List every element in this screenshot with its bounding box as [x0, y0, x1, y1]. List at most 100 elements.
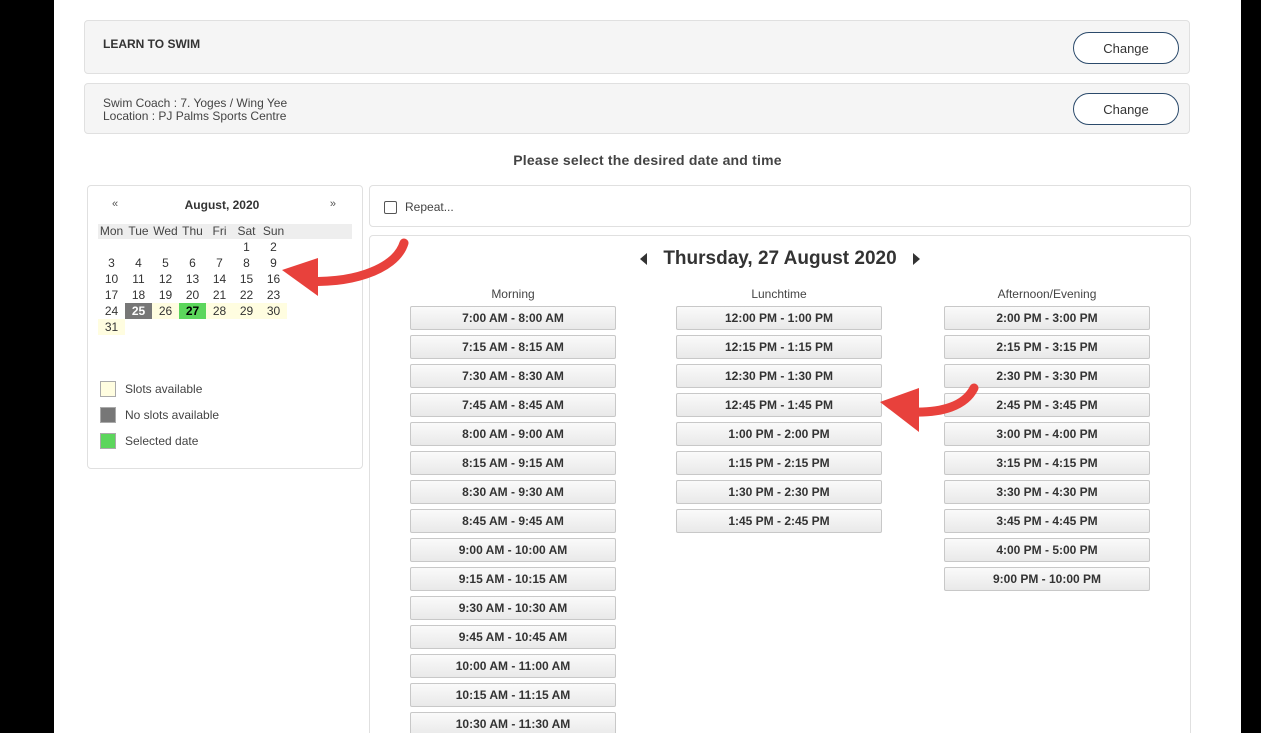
time-slot-button[interactable]: 12:15 PM - 1:15 PM	[676, 335, 882, 359]
time-slot-button[interactable]: 1:15 PM - 2:15 PM	[676, 451, 882, 475]
calendar-day[interactable]: 8	[233, 255, 260, 271]
time-slot-button[interactable]: 9:00 PM - 10:00 PM	[944, 567, 1150, 591]
calendar-day[interactable]: 26	[152, 303, 179, 319]
calendar-day[interactable]: 25	[125, 303, 152, 319]
legend-item: No slots available	[100, 402, 219, 428]
calendar-day[interactable]: 16	[260, 271, 287, 287]
legend-item: Slots available	[100, 376, 219, 402]
calendar: August, 2020 « » Mon Tue Wed Thu Fri Sat Sun 1 2…	[87, 185, 363, 469]
time-slot-button[interactable]: 7:15 AM - 8:15 AM	[410, 335, 616, 359]
prev-day-icon[interactable]	[639, 253, 647, 265]
weekday-label: Fri	[212, 224, 227, 238]
calendar-day[interactable]: 15	[233, 271, 260, 287]
time-slot-button[interactable]: 9:15 AM - 10:15 AM	[410, 567, 616, 591]
time-slot-button[interactable]: 2:45 PM - 3:45 PM	[944, 393, 1150, 417]
weekday-header: Mon Tue Wed Thu Fri Sat Sun	[98, 224, 352, 239]
calendar-day[interactable]: 14	[206, 271, 233, 287]
time-slot-button[interactable]: 10:15 AM - 11:15 AM	[410, 683, 616, 707]
weekday-label: Sun	[262, 224, 285, 238]
calendar-day[interactable]: 5	[152, 255, 179, 271]
time-slot-button[interactable]: 7:30 AM - 8:30 AM	[410, 364, 616, 388]
day-navigation: Thursday, 27 August 2020	[370, 248, 1190, 272]
calendar-day[interactable]: 21	[206, 287, 233, 303]
time-slot-button[interactable]: 7:45 AM - 8:45 AM	[410, 393, 616, 417]
calendar-day[interactable]: 3	[98, 255, 125, 271]
time-slot-button[interactable]: 1:30 PM - 2:30 PM	[676, 480, 882, 504]
time-slot-button[interactable]: 8:30 AM - 9:30 AM	[410, 480, 616, 504]
calendar-day[interactable]: 20	[179, 287, 206, 303]
calendar-day[interactable]: 13	[179, 271, 206, 287]
calendar-legend: Slots available No slots available Selecte…	[100, 376, 219, 454]
weekday-label: Mon	[99, 224, 124, 238]
column-heading: Afternoon/Evening	[997, 287, 1097, 301]
time-slot-button[interactable]: 12:00 PM - 1:00 PM	[676, 306, 882, 330]
time-slot-button[interactable]: 7:00 AM - 8:00 AM	[410, 306, 616, 330]
calendar-day[interactable]: 17	[98, 287, 125, 303]
calendar-day[interactable]: 4	[125, 255, 152, 271]
calendar-empty-cell	[152, 319, 179, 335]
time-slot-button[interactable]: 4:00 PM - 5:00 PM	[944, 538, 1150, 562]
legend-swatch	[100, 433, 116, 449]
time-slot-button[interactable]: 10:00 AM - 11:00 AM	[410, 654, 616, 678]
calendar-week: 10 11 12 13 14 15 16	[98, 271, 352, 287]
time-slot-button[interactable]: 8:00 AM - 9:00 AM	[410, 422, 616, 446]
calendar-day[interactable]: 7	[206, 255, 233, 271]
change-coach-button[interactable]: Change	[1073, 93, 1179, 125]
column-heading: Morning	[491, 287, 535, 301]
column-heading: Lunchtime	[751, 287, 807, 301]
calendar-day[interactable]: 18	[125, 287, 152, 303]
calendar-empty-cell	[206, 239, 233, 255]
calendar-day[interactable]: 29	[233, 303, 260, 319]
booking-page: LEARN TO SWIM Change Swim Coach : 7. Yog…	[54, 0, 1241, 733]
afternoon-evening-column: Afternoon/Evening 2:00 PM - 3:00 PM 2:15 P…	[944, 286, 1150, 596]
time-slot-button[interactable]: 8:45 AM - 9:45 AM	[410, 509, 616, 533]
time-slot-button[interactable]: 2:30 PM - 3:30 PM	[944, 364, 1150, 388]
time-slot-button[interactable]: 12:45 PM - 1:45 PM	[676, 393, 882, 417]
time-slots-panel: Thursday, 27 August 2020 Morning 7:00 AM …	[369, 235, 1191, 733]
next-day-icon[interactable]	[913, 253, 921, 265]
time-slot-button[interactable]: 3:15 PM - 4:15 PM	[944, 451, 1150, 475]
calendar-day[interactable]: 24	[98, 303, 125, 319]
time-slot-button[interactable]: 3:45 PM - 4:45 PM	[944, 509, 1150, 533]
time-slot-button[interactable]: 1:00 PM - 2:00 PM	[676, 422, 882, 446]
calendar-day[interactable]: 11	[125, 271, 152, 287]
time-slot-button[interactable]: 12:30 PM - 1:30 PM	[676, 364, 882, 388]
calendar-day[interactable]: 27	[179, 303, 206, 319]
next-month-button[interactable]: »	[330, 198, 336, 210]
time-slot-button[interactable]: 10:30 AM - 11:30 AM	[410, 712, 616, 733]
repeat-label: Repeat...	[405, 200, 454, 214]
change-service-button[interactable]: Change	[1073, 32, 1179, 64]
calendar-header: August, 2020 « »	[98, 198, 346, 214]
calendar-day[interactable]: 23	[260, 287, 287, 303]
calendar-day[interactable]: 1	[233, 239, 260, 255]
calendar-empty-cell	[233, 319, 260, 335]
time-slot-button[interactable]: 3:00 PM - 4:00 PM	[944, 422, 1150, 446]
calendar-day[interactable]: 12	[152, 271, 179, 287]
calendar-day[interactable]: 19	[152, 287, 179, 303]
repeat-checkbox[interactable]	[384, 201, 397, 214]
time-slot-button[interactable]: 2:15 PM - 3:15 PM	[944, 335, 1150, 359]
calendar-day[interactable]: 2	[260, 239, 287, 255]
calendar-day[interactable]: 30	[260, 303, 287, 319]
time-slot-button[interactable]: 9:30 AM - 10:30 AM	[410, 596, 616, 620]
calendar-day[interactable]: 9	[260, 255, 287, 271]
calendar-week: 12	[98, 239, 352, 255]
lunchtime-column: Lunchtime 12:00 PM - 1:00 PM 12:15 PM - 1:…	[676, 286, 882, 538]
calendar-day[interactable]: 6	[179, 255, 206, 271]
time-slot-button[interactable]: 2:00 PM - 3:00 PM	[944, 306, 1150, 330]
legend-swatch	[100, 381, 116, 397]
prev-month-button[interactable]: «	[112, 198, 118, 210]
time-slot-button[interactable]: 3:30 PM - 4:30 PM	[944, 480, 1150, 504]
calendar-empty-cell	[125, 319, 152, 335]
calendar-day[interactable]: 22	[233, 287, 260, 303]
time-slot-button[interactable]: 9:45 AM - 10:45 AM	[410, 625, 616, 649]
service-panel: LEARN TO SWIM Change	[84, 20, 1190, 74]
time-slot-button[interactable]: 8:15 AM - 9:15 AM	[410, 451, 616, 475]
time-slot-button[interactable]: 1:45 PM - 2:45 PM	[676, 509, 882, 533]
calendar-day[interactable]: 31	[98, 319, 125, 335]
calendar-day[interactable]: 28	[206, 303, 233, 319]
time-slot-button[interactable]: 9:00 AM - 10:00 AM	[410, 538, 616, 562]
legend-label: Slots available	[125, 382, 203, 396]
coach-panel: Swim Coach : 7. Yoges / Wing Yee Locatio…	[84, 83, 1190, 134]
calendar-day[interactable]: 10	[98, 271, 125, 287]
